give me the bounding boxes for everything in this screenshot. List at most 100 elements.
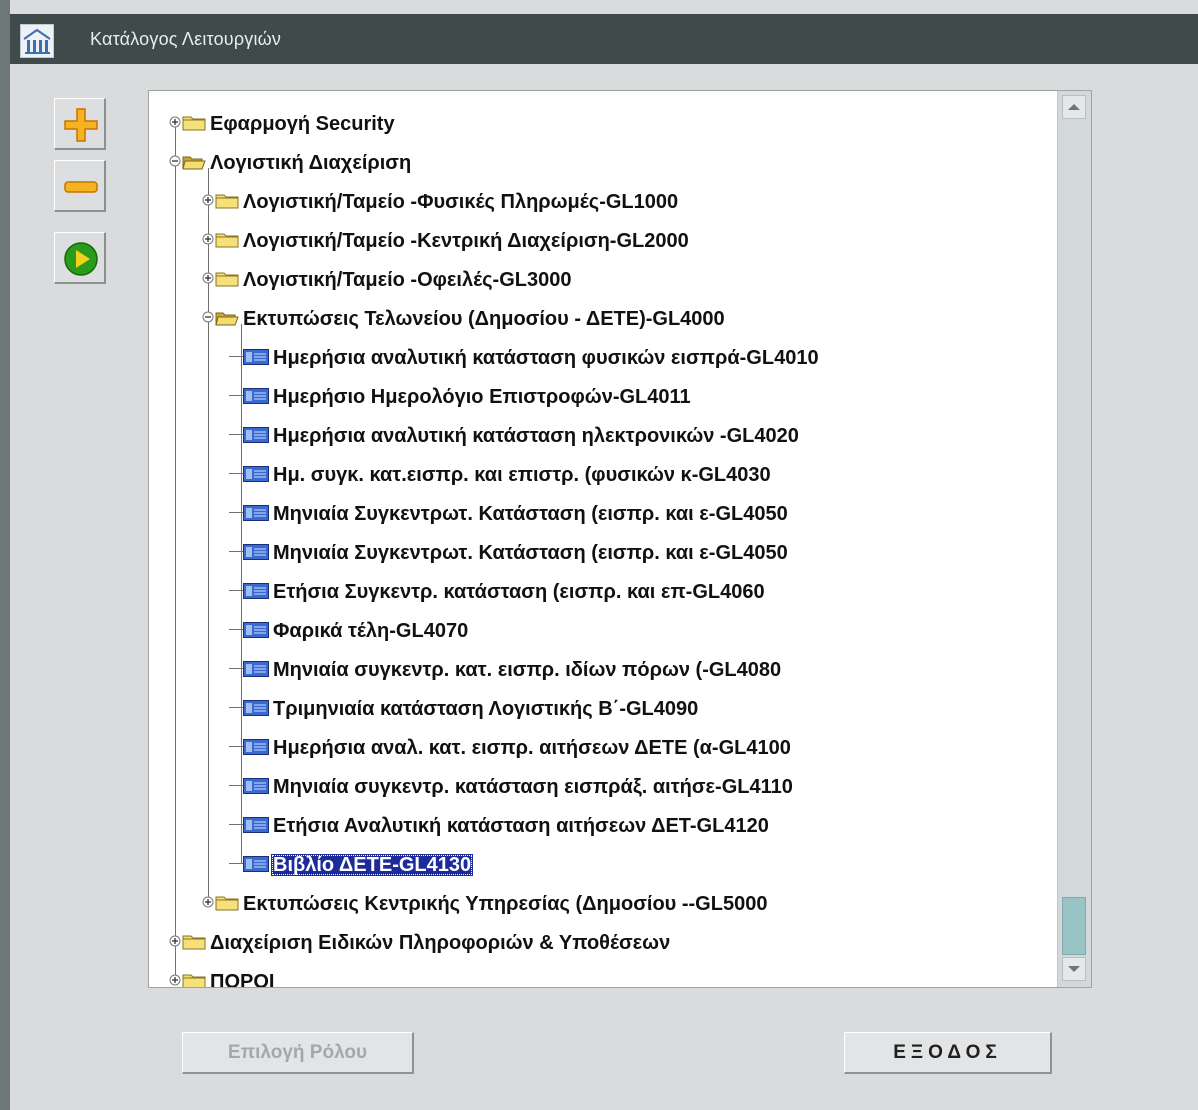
expand-node-icon[interactable]: [202, 232, 214, 245]
tree-folder-node[interactable]: Λογιστική/Ταμείο -Φυσικές Πληρωμές-GL100…: [149, 187, 1049, 217]
title-bar: Κατάλογος Λειτουργιών: [10, 14, 1198, 64]
collapse-node-icon[interactable]: [202, 310, 214, 323]
tree-node-label: Ημ. συγκ. κατ.εισπρ. και επιστρ. (φυσικώ…: [273, 464, 771, 486]
tree-node-label: Μηνιαία συγκεντρ. κατ. εισπρ. ιδίων πόρω…: [273, 659, 782, 681]
tree-connector: [229, 473, 243, 474]
application-window: Κατάλογος Λειτουργιών Εφαρμογή Security Λ…: [0, 0, 1198, 1110]
tree-node-label: Ημερήσια αναλυτική κατάσταση φυσικών εισ…: [273, 347, 819, 369]
tree-leaf-node[interactable]: Μηνιαία Συγκεντρωτ. Κατάσταση (εισπρ. κα…: [149, 499, 1049, 529]
folder-icon: [215, 271, 239, 287]
tree-leaf-node[interactable]: Μηνιαία συγκεντρ. κατ. εισπρ. ιδίων πόρω…: [149, 655, 1049, 685]
tree-leaf-node[interactable]: Ημερήσια αναλυτική κατάσταση ηλεκτρονικώ…: [149, 421, 1049, 451]
select-role-button[interactable]: Επιλογή Ρόλου: [182, 1032, 414, 1074]
report-icon: [243, 583, 269, 599]
scroll-up-arrow-icon[interactable]: [1062, 95, 1086, 119]
tree-connector: [229, 356, 243, 357]
report-icon: [243, 739, 269, 755]
tree-leaf-node[interactable]: Ημερήσια αναλυτική κατάσταση φυσικών εισ…: [149, 343, 1049, 373]
report-icon: [243, 661, 269, 677]
window-title: Κατάλογος Λειτουργιών: [90, 29, 282, 49]
scrollbar-thumb[interactable]: [1062, 897, 1086, 955]
collapse-node-icon[interactable]: [169, 154, 181, 167]
tree-leaf-node[interactable]: Ημερήσιο Ημερολόγιο Επιστροφών-GL4011: [149, 382, 1049, 412]
tree-folder-node[interactable]: Εκτυπώσεις Κεντρικής Υπηρεσίας (Δημοσίου…: [149, 889, 1049, 919]
tree-connector: [229, 863, 243, 864]
tree-node-label: Λογιστική/Ταμείο -Φυσικές Πληρωμές-GL100…: [243, 191, 679, 213]
tree-leaf-node[interactable]: Τριμηνιαία κατάσταση Λογιστικής Β΄-GL409…: [149, 694, 1049, 724]
tree-connector: [229, 707, 243, 708]
expand-node-icon[interactable]: [202, 895, 214, 908]
report-icon: [243, 427, 269, 443]
expand-node-icon[interactable]: [169, 115, 181, 128]
tree-node-label: Εκτυπώσεις Τελωνείου (Δημοσίου - ΔΕΤΕ)-G…: [243, 308, 725, 330]
tree-connector: [229, 395, 243, 396]
expand-all-button[interactable]: [54, 98, 106, 150]
report-icon: [243, 856, 269, 872]
folder-icon: [182, 115, 206, 131]
tree-leaf-node[interactable]: Μηνιαία συγκεντρ. κατάσταση εισπράξ. αιτ…: [149, 772, 1049, 802]
folder-icon: [215, 193, 239, 209]
tree-folder-node[interactable]: Εκτυπώσεις Τελωνείου (Δημοσίου - ΔΕΤΕ)-G…: [149, 304, 1049, 334]
vertical-scrollbar[interactable]: [1057, 91, 1091, 987]
folder-icon: [215, 895, 239, 911]
tree-node-label: Λογιστική/Ταμείο -Κεντρική Διαχείριση-GL…: [243, 230, 689, 252]
tree-leaf-node[interactable]: Ετήσια Αναλυτική κατάσταση αιτήσεων ΔΕΤ-…: [149, 811, 1049, 841]
tree-connector: [229, 824, 243, 825]
tree-node-label: Φαρικά τέλη-GL4070: [273, 620, 469, 642]
tree-folder-node[interactable]: Εφαρμογή Security: [149, 109, 1049, 139]
tree-connector: [229, 668, 243, 669]
report-icon: [243, 544, 269, 560]
tree-folder-node[interactable]: ΠΟΡΟΙ: [149, 967, 1049, 988]
folder-icon: [215, 232, 239, 248]
tree-connector: [229, 512, 243, 513]
tree-leaf-node[interactable]: Βιβλίο ΔΕΤΕ-GL4130: [149, 850, 1049, 880]
report-icon: [243, 700, 269, 716]
tree-connector: [229, 434, 243, 435]
scroll-down-arrow-icon[interactable]: [1062, 957, 1086, 981]
selected-node-label: Βιβλίο ΔΕΤΕ-GL4130: [271, 854, 474, 876]
exit-button[interactable]: ΕΞΟΔΟΣ: [844, 1032, 1052, 1074]
tree-node-label: Ετήσια Αναλυτική κατάσταση αιτήσεων ΔΕΤ-…: [273, 815, 769, 837]
report-icon: [243, 505, 269, 521]
tree-list: Εφαρμογή Security Λογιστική Διαχείριση Λογ…: [149, 91, 1059, 987]
tree-node-label: Λογιστική/Ταμείο -Οφειλές-GL3000: [243, 269, 572, 291]
tree-connector: [229, 746, 243, 747]
collapse-all-button[interactable]: [54, 160, 106, 212]
expand-node-icon[interactable]: [169, 934, 181, 947]
tree-node-label: Ημερήσια αναλυτική κατάσταση ηλεκτρονικώ…: [273, 425, 799, 447]
folder-open-icon: [215, 310, 239, 326]
tree-folder-node[interactable]: Λογιστική/Ταμείο -Κεντρική Διαχείριση-GL…: [149, 226, 1049, 256]
tree-leaf-node[interactable]: Φαρικά τέλη-GL4070: [149, 616, 1049, 646]
tree-folder-node[interactable]: Λογιστική Διαχείριση: [149, 148, 1049, 178]
expand-node-icon[interactable]: [202, 271, 214, 284]
report-icon: [243, 466, 269, 482]
tree-leaf-node[interactable]: Ημ. συγκ. κατ.εισπρ. και επιστρ. (φυσικώ…: [149, 460, 1049, 490]
minus-icon: [64, 181, 98, 193]
tree-folder-node[interactable]: Διαχείριση Ειδικών Πληροφοριών & Υποθέσε…: [149, 928, 1049, 958]
tree-connector: [229, 551, 243, 552]
tree-node-label: Μηνιαία Συγκεντρωτ. Κατάσταση (εισπρ. κα…: [273, 542, 788, 564]
tree-node-label: Ημερήσια αναλ. κατ. εισπρ. αιτήσεων ΔΕΤΕ…: [273, 737, 791, 759]
report-icon: [243, 388, 269, 404]
plus-icon: [64, 108, 98, 142]
tree-node-label: Ετήσια Συγκεντρ. κατάσταση (εισπρ. και ε…: [273, 581, 765, 603]
report-icon: [243, 349, 269, 365]
expand-node-icon[interactable]: [202, 193, 214, 206]
tree-node-label: Λογιστική Διαχείριση: [210, 152, 412, 174]
tree-leaf-node[interactable]: Ετήσια Συγκεντρ. κατάσταση (εισπρ. και ε…: [149, 577, 1049, 607]
tree-node-label: Εκτυπώσεις Κεντρικής Υπηρεσίας (Δημοσίου…: [243, 893, 768, 915]
report-icon: [243, 778, 269, 794]
tree-leaf-node[interactable]: Μηνιαία Συγκεντρωτ. Κατάσταση (εισπρ. κα…: [149, 538, 1049, 568]
run-button[interactable]: [54, 232, 106, 284]
folder-open-icon: [182, 154, 206, 170]
tree-folder-node[interactable]: Λογιστική/Ταμείο -Οφειλές-GL3000: [149, 265, 1049, 295]
expand-node-icon[interactable]: [169, 973, 181, 986]
tree-leaf-node[interactable]: Ημερήσια αναλ. κατ. εισπρ. αιτήσεων ΔΕΤΕ…: [149, 733, 1049, 763]
function-tree[interactable]: Εφαρμογή Security Λογιστική Διαχείριση Λογ…: [148, 90, 1092, 988]
play-icon: [64, 242, 98, 276]
tree-node-label: Τριμηνιαία κατάσταση Λογιστικής Β΄-GL409…: [273, 698, 699, 720]
tree-connector: [229, 785, 243, 786]
tree-connector: [229, 590, 243, 591]
tree-node-label: ΠΟΡΟΙ: [210, 971, 275, 988]
tree-node-label: Εφαρμογή Security: [210, 113, 395, 135]
